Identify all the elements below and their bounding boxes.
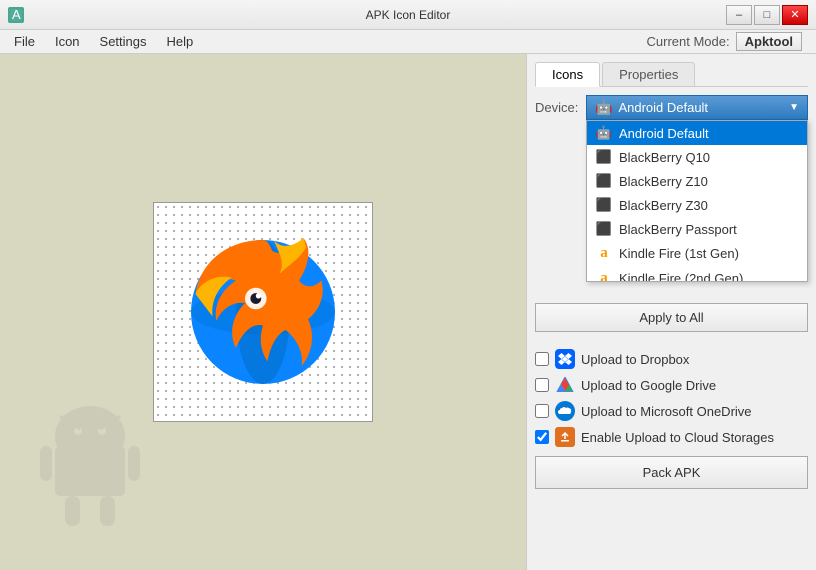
bb-icon-1: ⬛ [595,149,613,165]
device-row: Device: 🤖 Android Default ▼ 🤖 Android De… [535,95,808,120]
android-watermark [30,391,150,550]
bb-icon-2: ⬛ [595,173,613,189]
svg-text:A: A [12,9,21,21]
tab-icons[interactable]: Icons [535,62,600,87]
left-panel [0,54,526,570]
dropdown-item-bb-passport[interactable]: ⬛ BlackBerry Passport [587,217,807,241]
dropdown-item-kindle-2[interactable]: a Kindle Fire (2nd Gen) [587,266,807,281]
onedrive-label: Upload to Microsoft OneDrive [581,404,752,419]
device-select[interactable]: 🤖 Android Default ▼ [586,95,808,120]
firefox-logo [173,222,353,402]
menu-bar: File Icon Settings Help Current Mode: Ap… [0,30,816,54]
device-select-container: 🤖 Android Default ▼ 🤖 Android Default ⬛ … [586,95,808,120]
main-content: Icons Properties Device: 🤖 Android Defau… [0,54,816,570]
tab-bar: Icons Properties [535,62,808,87]
menu-icon[interactable]: Icon [45,32,90,51]
device-label: Device: [535,100,580,115]
app-icon: A [8,7,24,23]
menu-file[interactable]: File [4,32,45,51]
device-dropdown[interactable]: 🤖 Android Default ⬛ BlackBerry Q10 ⬛ Bla… [586,120,808,282]
dropdown-item-kindle-1[interactable]: a Kindle Fire (1st Gen) [587,241,807,266]
checkbox-row-onedrive: Upload to Microsoft OneDrive [535,398,808,424]
gdrive-label: Upload to Google Drive [581,378,716,393]
gdrive-checkbox[interactable] [535,378,549,392]
dropdown-item-bb-q10[interactable]: ⬛ BlackBerry Q10 [587,145,807,169]
dropbox-icon [555,349,575,369]
tab-properties[interactable]: Properties [602,62,695,86]
dropdown-item-label: BlackBerry Z10 [619,174,708,189]
dropdown-item-bb-z30[interactable]: ⬛ BlackBerry Z30 [587,193,807,217]
cloud-enable-checkbox[interactable] [535,430,549,444]
device-android-icon: 🤖 [595,99,612,116]
cloud-icon [555,427,575,447]
dropdown-item-android-default[interactable]: 🤖 Android Default [587,121,807,145]
dropdown-item-label: BlackBerry Z30 [619,198,708,213]
window-controls[interactable]: – □ ✕ [726,5,808,25]
current-mode-value: Apktool [736,32,802,51]
gdrive-icon [555,375,575,395]
checkbox-row-gdrive: Upload to Google Drive [535,372,808,398]
dropdown-item-label: BlackBerry Passport [619,222,737,237]
bb-icon-3: ⬛ [595,197,613,213]
dropdown-arrow-icon: ▼ [789,102,799,113]
dropdown-item-label: Kindle Fire (2nd Gen) [619,271,743,281]
current-mode-label: Current Mode: [647,34,730,49]
dropbox-checkbox[interactable] [535,352,549,366]
bb-icon-4: ⬛ [595,221,613,237]
dropdown-item-label: BlackBerry Q10 [619,150,710,165]
apply-to-all-button[interactable]: Apply to All [535,303,808,332]
maximize-button[interactable]: □ [754,5,780,25]
device-selected-name: Android Default [618,100,783,115]
window-title: APK Icon Editor [366,8,451,22]
dropdown-item-label: Android Default [619,126,709,141]
title-bar: A APK Icon Editor – □ ✕ [0,0,816,30]
menu-help[interactable]: Help [157,32,204,51]
checkbox-row-dropbox: Upload to Dropbox [535,346,808,372]
cloud-label: Enable Upload to Cloud Storages [581,430,774,445]
dropdown-item-label: Kindle Fire (1st Gen) [619,246,739,261]
minimize-button[interactable]: – [726,5,752,25]
menu-settings[interactable]: Settings [90,32,157,51]
onedrive-checkbox[interactable] [535,404,549,418]
canvas-area[interactable] [153,202,373,422]
android-icon: 🤖 [595,125,613,141]
dropdown-item-bb-z10[interactable]: ⬛ BlackBerry Z10 [587,169,807,193]
title-bar-left: A [8,7,24,23]
current-mode: Current Mode: Apktool [647,32,812,51]
right-panel: Icons Properties Device: 🤖 Android Defau… [526,54,816,570]
pack-apk-button[interactable]: Pack APK [535,456,808,489]
onedrive-icon [555,401,575,421]
close-button[interactable]: ✕ [782,5,808,25]
dropdown-scroll[interactable]: 🤖 Android Default ⬛ BlackBerry Q10 ⬛ Bla… [587,121,807,281]
checkbox-row-cloud: Enable Upload to Cloud Storages [535,424,808,450]
kindle-icon-2: a [595,270,613,281]
kindle-icon-1: a [595,245,613,262]
dropbox-label: Upload to Dropbox [581,352,689,367]
